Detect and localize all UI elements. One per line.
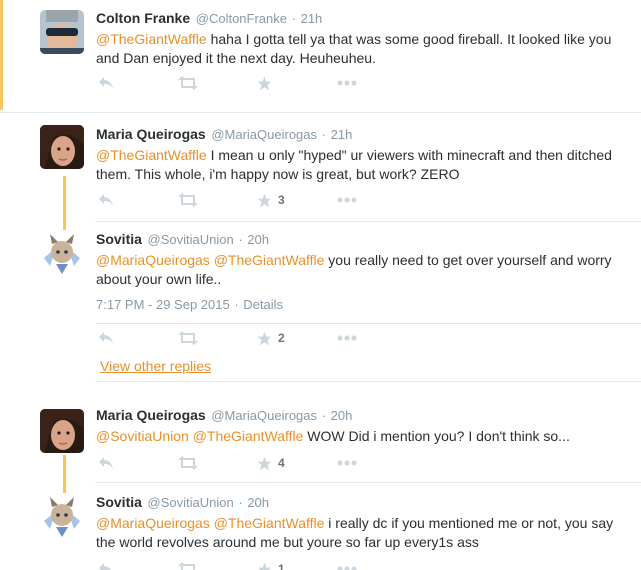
reply-icon bbox=[99, 457, 113, 469]
retweet-icon bbox=[178, 456, 198, 470]
reply-icon bbox=[99, 77, 113, 89]
favorite-count: 4 bbox=[278, 456, 285, 470]
author-name[interactable]: Sovitia bbox=[96, 231, 142, 247]
tweet-maria-queirogas[interactable]: Maria Queirogas @MariaQueirogas · 21h @T… bbox=[0, 113, 641, 223]
reply-icon bbox=[99, 194, 113, 206]
separator: · bbox=[321, 408, 326, 423]
divider bbox=[96, 323, 641, 324]
avatar[interactable] bbox=[38, 493, 86, 541]
retweet-button[interactable] bbox=[178, 453, 198, 473]
star-icon bbox=[257, 76, 272, 90]
separator: · bbox=[321, 127, 326, 142]
tweet-text: @TheGiantWaffle I mean u only "hyped" ur… bbox=[96, 146, 623, 184]
mention-link[interactable]: @TheGiantWaffle bbox=[96, 147, 207, 163]
tweet-actions: 3 bbox=[96, 190, 396, 210]
star-icon bbox=[257, 193, 272, 207]
star-icon bbox=[257, 562, 272, 570]
author-name[interactable]: Maria Queirogas bbox=[96, 126, 206, 142]
more-icon bbox=[337, 566, 357, 570]
more-icon bbox=[337, 335, 357, 341]
star-icon bbox=[257, 456, 272, 470]
more-button[interactable] bbox=[337, 190, 357, 210]
more-icon bbox=[337, 80, 357, 86]
divider bbox=[95, 381, 641, 382]
tweet-time[interactable]: 20h bbox=[247, 232, 269, 247]
tweet-text: @MariaQueirogas @TheGiantWaffle you real… bbox=[96, 251, 623, 289]
avatar[interactable] bbox=[40, 409, 84, 453]
favorite-button[interactable]: 4 bbox=[257, 453, 285, 473]
reply-button[interactable] bbox=[98, 190, 114, 210]
separator: · bbox=[238, 232, 243, 247]
reply-button[interactable] bbox=[98, 73, 114, 93]
tweet-time[interactable]: 21h bbox=[331, 127, 353, 142]
author-name[interactable]: Colton Franke bbox=[96, 10, 190, 26]
separator: · bbox=[238, 495, 243, 510]
reply-icon bbox=[99, 332, 113, 344]
tweet-time[interactable]: 20h bbox=[331, 408, 353, 423]
retweet-button[interactable] bbox=[178, 190, 198, 210]
tweet-timestamp-row: 7:17 PM - 29 Sep 2015 · Details bbox=[96, 297, 283, 312]
retweet-button[interactable] bbox=[178, 559, 198, 570]
avatar[interactable] bbox=[40, 125, 84, 169]
tweet-maria-queirogas-2[interactable]: Maria Queirogas @MariaQueirogas · 20h @S… bbox=[0, 396, 641, 481]
separator: · bbox=[234, 297, 239, 312]
favorite-button[interactable]: 2 bbox=[257, 328, 285, 348]
tweet-actions: 4 bbox=[96, 453, 396, 473]
favorite-count: 1 bbox=[278, 562, 285, 570]
mention-link[interactable]: @TheGiantWaffle bbox=[96, 31, 207, 47]
retweet-icon bbox=[178, 76, 198, 90]
author-handle[interactable]: @MariaQueirogas bbox=[211, 408, 317, 423]
more-button[interactable] bbox=[337, 559, 357, 570]
author-handle[interactable]: @ColtonFranke bbox=[196, 11, 287, 26]
view-other-replies-link[interactable]: View other replies bbox=[100, 358, 211, 374]
favorite-count: 3 bbox=[278, 193, 285, 207]
tweet-actions: 2 bbox=[96, 328, 396, 348]
reply-icon bbox=[99, 563, 112, 570]
tweet-text: @SovitiaUnion @TheGiantWaffle WOW Did i … bbox=[96, 427, 623, 446]
avatar[interactable] bbox=[40, 10, 84, 54]
tweet-time[interactable]: 21h bbox=[301, 11, 323, 26]
tweet-time[interactable]: 20h bbox=[247, 495, 269, 510]
retweet-button[interactable] bbox=[178, 73, 198, 93]
retweet-icon bbox=[178, 193, 198, 207]
tweet-actions bbox=[96, 73, 396, 93]
favorite-button[interactable]: 1 bbox=[257, 559, 285, 570]
author-handle[interactable]: @MariaQueirogas bbox=[211, 127, 317, 142]
author-name[interactable]: Sovitia bbox=[96, 494, 142, 510]
retweet-icon bbox=[178, 562, 195, 570]
avatar[interactable] bbox=[38, 230, 86, 278]
tweet-sovitia[interactable]: Sovitia @SovitiaUnion · 20h @MariaQueiro… bbox=[0, 222, 641, 382]
more-icon bbox=[337, 197, 357, 203]
separator: · bbox=[291, 11, 296, 26]
tweet-colton-franke[interactable]: Colton Franke @ColtonFranke · 21h @TheGi… bbox=[0, 0, 641, 110]
mention-link[interactable]: @MariaQueirogas @TheGiantWaffle bbox=[96, 252, 324, 268]
details-link[interactable]: Details bbox=[243, 297, 283, 312]
tweet-actions: 1 bbox=[96, 559, 396, 570]
favorite-button[interactable] bbox=[257, 73, 278, 93]
mention-link[interactable]: @SovitiaUnion @TheGiantWaffle bbox=[96, 428, 303, 444]
tweet-text: @TheGiantWaffle haha I gotta tell ya tha… bbox=[96, 30, 623, 68]
favorite-count: 2 bbox=[278, 331, 285, 345]
reply-button[interactable] bbox=[98, 453, 114, 473]
favorite-button[interactable]: 3 bbox=[257, 190, 285, 210]
more-button[interactable] bbox=[337, 453, 357, 473]
more-icon bbox=[337, 460, 357, 466]
author-name[interactable]: Maria Queirogas bbox=[96, 407, 206, 423]
author-handle[interactable]: @SovitiaUnion bbox=[148, 495, 234, 510]
tweet-body: WOW Did i mention you? I don't think so.… bbox=[303, 428, 570, 444]
mention-link[interactable]: @MariaQueirogas @TheGiantWaffle bbox=[96, 515, 324, 531]
tweet-text: @MariaQueirogas @TheGiantWaffle i really… bbox=[96, 514, 623, 552]
reply-button[interactable] bbox=[98, 328, 114, 348]
more-button[interactable] bbox=[337, 328, 357, 348]
tweet-timestamp[interactable]: 7:17 PM - 29 Sep 2015 bbox=[96, 297, 230, 312]
tweet-sovitia-2[interactable]: Sovitia @SovitiaUnion · 20h @MariaQueiro… bbox=[0, 483, 641, 570]
star-icon bbox=[257, 331, 272, 345]
reply-button[interactable] bbox=[98, 559, 114, 570]
retweet-button[interactable] bbox=[178, 328, 198, 348]
more-button[interactable] bbox=[337, 73, 357, 93]
author-handle[interactable]: @SovitiaUnion bbox=[148, 232, 234, 247]
retweet-icon bbox=[178, 331, 198, 345]
